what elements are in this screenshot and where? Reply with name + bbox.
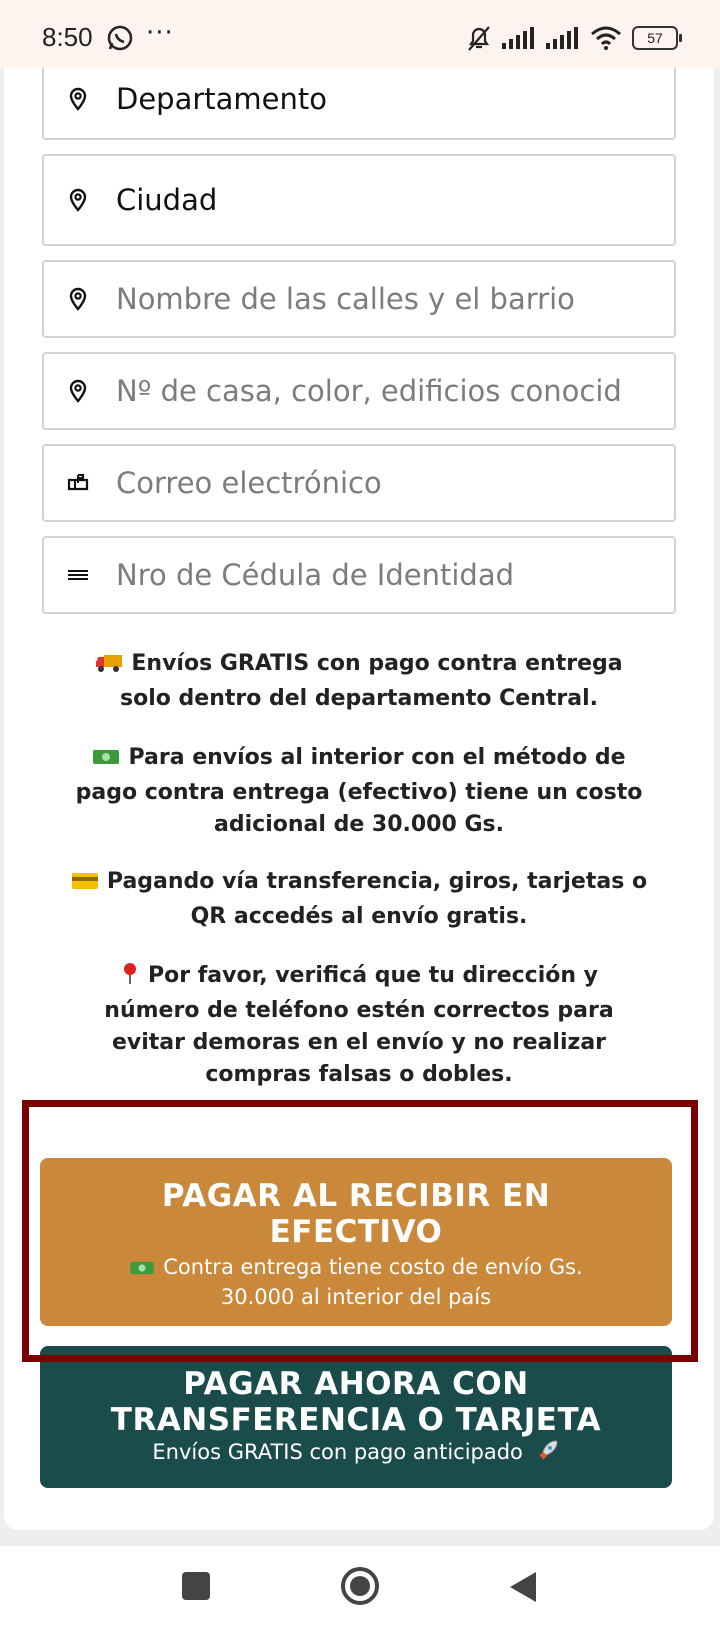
rocket-icon bbox=[536, 1438, 560, 1469]
location-pin-icon bbox=[69, 379, 87, 403]
button-title: TRANSFERENCIA O TARJETA bbox=[110, 1402, 602, 1438]
bell-muted-icon bbox=[468, 26, 490, 51]
streets-placeholder: Nombre de las calles y el barrio bbox=[116, 282, 575, 316]
notice-text: pago contra entrega (efectivo) tiene un … bbox=[75, 780, 643, 805]
city-field[interactable]: Ciudad bbox=[42, 154, 676, 246]
location-pin-icon bbox=[69, 287, 87, 311]
back-button[interactable] bbox=[508, 1570, 538, 1604]
money-icon bbox=[129, 1257, 155, 1284]
status-bar: 8:50 ··· 57 bbox=[0, 0, 720, 68]
money-icon bbox=[92, 745, 120, 777]
department-value: Departamento bbox=[116, 82, 328, 116]
notice-text: QR accedés al envío gratis. bbox=[190, 904, 528, 929]
button-title: EFECTIVO bbox=[269, 1214, 443, 1250]
button-subtitle: 30.000 al interior del país bbox=[220, 1285, 492, 1309]
id-number-placeholder: Nro de Cédula de Identidad bbox=[116, 558, 514, 592]
id-number-field[interactable]: Nro de Cédula de Identidad bbox=[42, 536, 676, 614]
credit-card-icon bbox=[71, 869, 99, 901]
house-number-field[interactable]: Nº de casa, color, edificios conocid bbox=[42, 352, 676, 430]
menu-lines-icon bbox=[68, 570, 88, 580]
email-placeholder: Correo electrónico bbox=[116, 466, 382, 500]
button-subtitle: Contra entrega tiene costo de envío Gs. bbox=[163, 1255, 583, 1279]
button-subtitle: Envíos GRATIS con pago anticipado bbox=[152, 1440, 523, 1464]
pay-on-delivery-button[interactable]: PAGAR AL RECIBIR EN EFECTIVO Contra entr… bbox=[40, 1158, 672, 1326]
department-field[interactable]: Departamento bbox=[42, 60, 676, 140]
notice-text: Para envíos al interior con el método de bbox=[128, 745, 626, 770]
status-icons: 57 bbox=[466, 22, 682, 54]
email-field[interactable]: Correo electrónico bbox=[42, 444, 676, 522]
more-notifications-icon: ··· bbox=[146, 18, 174, 48]
mailbox-icon bbox=[67, 474, 89, 491]
notice-text: Por favor, verificá que tu dirección y bbox=[147, 963, 599, 988]
notice-text: solo dentro del departamento Central. bbox=[120, 686, 598, 711]
city-value: Ciudad bbox=[116, 183, 218, 217]
location-pin-icon bbox=[69, 188, 87, 212]
location-pin-icon bbox=[69, 87, 87, 111]
whatsapp-icon bbox=[107, 25, 133, 51]
button-title: PAGAR AHORA CON bbox=[183, 1366, 529, 1402]
streets-field[interactable]: Nombre de las calles y el barrio bbox=[42, 260, 676, 338]
signal-icon bbox=[502, 27, 534, 49]
signal-icon-2 bbox=[546, 27, 578, 49]
pay-now-button[interactable]: PAGAR AHORA CON TRANSFERENCIA O TARJETA … bbox=[40, 1346, 672, 1488]
recent-apps-button[interactable] bbox=[182, 1572, 210, 1600]
interior-shipping-notice: Para envíos al interior con el método de… bbox=[44, 742, 674, 841]
wifi-icon bbox=[591, 26, 621, 50]
notice-text: Pagando vía transferencia, giros, tarjet… bbox=[106, 869, 648, 894]
free-shipping-notice: Envíos GRATIS con pago contra entrega so… bbox=[44, 648, 674, 715]
notice-text: adicional de 30.000 Gs. bbox=[214, 812, 504, 837]
battery-icon: 57 bbox=[632, 26, 682, 50]
notice-text: Envíos GRATIS con pago contra entrega bbox=[131, 651, 623, 676]
notice-text: número de teléfono estén correctos para bbox=[104, 998, 614, 1023]
truck-icon bbox=[95, 651, 123, 683]
transfer-notice: Pagando vía transferencia, giros, tarjet… bbox=[44, 866, 674, 933]
system-nav-bar bbox=[0, 1546, 720, 1640]
red-pin-icon bbox=[120, 961, 140, 995]
notice-text: compras falsas o dobles. bbox=[205, 1062, 513, 1087]
house-number-placeholder: Nº de casa, color, edificios conocid bbox=[116, 374, 622, 408]
verify-notice: Por favor, verificá que tu dirección y n… bbox=[44, 960, 674, 1091]
notice-text: evitar demoras en el envío y no realizar bbox=[111, 1030, 607, 1055]
button-title: PAGAR AL RECIBIR EN bbox=[161, 1178, 551, 1214]
status-time: 8:50 bbox=[42, 22, 93, 52]
home-button[interactable] bbox=[340, 1566, 380, 1606]
